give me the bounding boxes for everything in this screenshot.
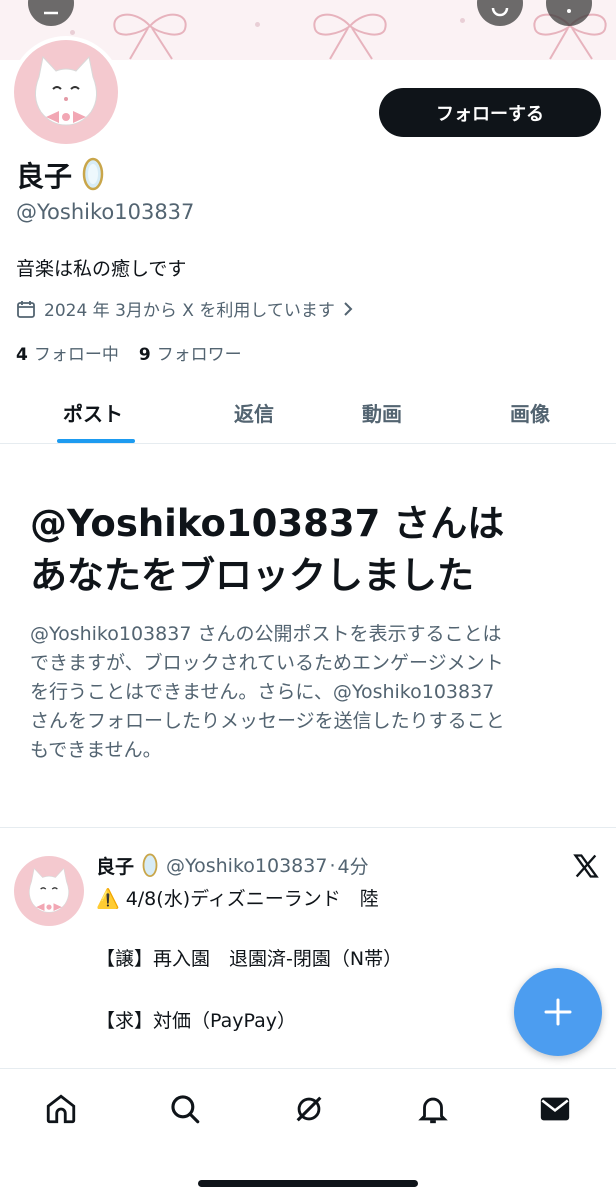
blocked-desc-line: さんをフォローしたりメッセージを送信したりすること — [30, 710, 505, 732]
mirror-badge-icon — [82, 157, 104, 191]
blocked-description: @Yoshiko103837 さんの公開ポストを表示することは できますが、ブロ… — [30, 620, 590, 765]
blocked-desc-line: @Yoshiko103837 さんの公開ポストを表示することは — [30, 623, 502, 645]
nav-home[interactable] — [43, 1091, 79, 1127]
ribbon-icon — [113, 13, 187, 60]
cat-avatar-icon — [35, 55, 97, 126]
followers-link[interactable]: 9 フォロワー — [139, 340, 242, 365]
follow-stats: 4 フォロー中 9 フォロワー — [16, 340, 242, 365]
search-icon — [171, 1095, 200, 1124]
follow-button[interactable]: フォローする — [379, 88, 601, 137]
profile-avatar[interactable] — [10, 36, 122, 148]
nav-messages[interactable] — [537, 1091, 573, 1127]
post-separator: · — [329, 854, 336, 877]
x-logo-icon[interactable] — [572, 852, 600, 880]
post-author-handle[interactable]: @Yoshiko103837 — [166, 855, 327, 877]
joined-text: 2024 年 3月から X を利用しています — [44, 301, 335, 321]
post-header: 良子 @Yoshiko103837 · 4分 — [96, 852, 369, 879]
following-count: 4 — [16, 345, 28, 365]
profile-tabs: ポスト 返信 動画 画像 — [0, 380, 616, 444]
tab-replies[interactable]: 返信 — [234, 398, 274, 427]
nav-notifications[interactable] — [415, 1091, 451, 1127]
ribbon-icon — [313, 13, 387, 60]
post-text-line: 【譲】再入園 退園済-閉園（N帯） — [96, 948, 403, 970]
followers-count: 9 — [138, 345, 151, 365]
blocked-title: @Yoshiko103837 さんは あなたをブロックしました — [30, 498, 590, 602]
nav-search[interactable] — [167, 1091, 203, 1127]
blocked-desc-line: できますが、ブロックされているためエンゲージメント — [30, 652, 504, 674]
search-icon — [491, 8, 509, 17]
blocked-desc-line: を行うことはできません。さらに、@Yoshiko103837 — [30, 681, 495, 703]
back-arrow-icon — [44, 11, 58, 15]
nav-grok[interactable] — [291, 1091, 327, 1127]
notifications-icon — [418, 1097, 448, 1124]
followers-label: フォロワー — [156, 345, 242, 365]
home-indicator — [198, 1180, 418, 1187]
grok-icon — [296, 1096, 322, 1122]
plus-icon — [544, 998, 572, 1026]
tab-videos[interactable]: 動画 — [362, 398, 402, 427]
blocked-desc-line: もできません。 — [30, 739, 162, 761]
tab-images[interactable]: 画像 — [510, 398, 550, 427]
joined-date[interactable]: 2024 年 3月から X を利用しています — [16, 296, 353, 321]
more-icon — [567, 9, 571, 13]
messages-icon — [540, 1097, 570, 1121]
chevron-right-icon — [344, 301, 353, 316]
profile-handle: @Yoshiko103837 — [16, 200, 195, 224]
calendar-icon — [17, 300, 35, 318]
divider — [0, 827, 616, 828]
profile-name-row: 良子 — [16, 155, 104, 195]
following-link[interactable]: 4 フォロー中 — [16, 340, 119, 365]
home-icon — [46, 1094, 76, 1124]
profile-name: 良子 — [16, 160, 73, 193]
mirror-badge-icon — [142, 853, 158, 877]
following-label: フォロー中 — [33, 345, 119, 365]
active-tab-indicator — [57, 439, 135, 443]
blocked-title-line: あなたをブロックしました — [30, 554, 474, 597]
post-avatar[interactable] — [14, 856, 84, 926]
post-time: 4分 — [337, 856, 369, 878]
post-text-line: 【求】対価（PayPay） — [96, 1010, 296, 1032]
post-author-name[interactable]: 良子 — [96, 852, 134, 879]
cat-avatar-icon — [29, 867, 69, 913]
compose-button[interactable] — [514, 968, 602, 1056]
post-text-line: ⚠️ 4/8(水)ディズニーランド 陸 — [96, 888, 379, 910]
tab-posts[interactable]: ポスト — [63, 398, 123, 427]
profile-bio: 音楽は私の癒しです — [16, 258, 187, 280]
blocked-title-line: @Yoshiko103837 さんは — [30, 502, 505, 545]
